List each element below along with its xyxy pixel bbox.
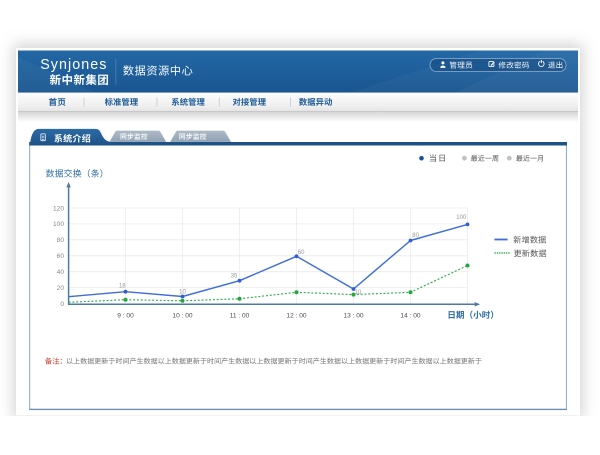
- svg-text:18: 18: [119, 283, 126, 289]
- svg-text:9 : 00: 9 : 00: [117, 312, 134, 319]
- svg-text:13 : 00: 13 : 00: [343, 312, 363, 319]
- svg-text:14 : 00: 14 : 00: [400, 312, 420, 319]
- svg-text:100: 100: [456, 215, 467, 221]
- svg-text:80: 80: [57, 237, 65, 244]
- svg-text:60: 60: [298, 250, 305, 256]
- svg-text:80: 80: [412, 233, 419, 239]
- svg-text:0: 0: [60, 301, 64, 308]
- svg-text:120: 120: [53, 205, 64, 212]
- svg-text:40: 40: [57, 269, 65, 276]
- svg-text:10: 10: [355, 290, 362, 296]
- svg-text:10: 10: [179, 289, 186, 295]
- svg-text:Synjones: Synjones: [40, 57, 107, 73]
- svg-text:11 : 00: 11 : 00: [230, 312, 250, 319]
- svg-text:35: 35: [231, 274, 238, 280]
- svg-text:60: 60: [57, 253, 65, 260]
- svg-text:100: 100: [53, 221, 64, 228]
- svg-text:12 : 00: 12 : 00: [286, 312, 306, 319]
- svg-text:20: 20: [57, 285, 65, 292]
- svg-text:10 : 00: 10 : 00: [172, 312, 192, 319]
